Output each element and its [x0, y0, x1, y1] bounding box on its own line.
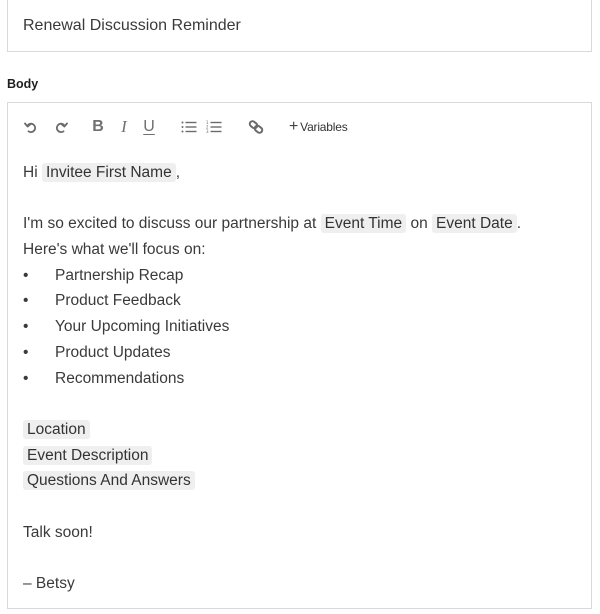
subject-input[interactable]: Renewal Discussion Reminder [7, 0, 592, 52]
greeting-comma: , [175, 164, 181, 181]
numbered-list-button[interactable]: 1 2 3 [205, 117, 223, 137]
list-item-text: Your Upcoming Initiatives [55, 318, 230, 336]
variable-block-line: Location [23, 417, 583, 443]
bullet-list-icon [181, 121, 197, 133]
list-item-text: Product Feedback [55, 292, 181, 310]
list-item: • Your Upcoming Initiatives [23, 314, 583, 340]
bullet-dot: • [23, 266, 29, 284]
greeting-line: Hi Invitee First Name, [23, 160, 583, 186]
numbered-list-icon: 1 2 3 [206, 120, 222, 134]
bullet-list-button[interactable] [180, 117, 198, 137]
body-editor[interactable]: B I U 1 2 3 + Variables Hi Invitee First… [7, 102, 592, 609]
variable-chip-questions-and-answers[interactable]: Questions And Answers [23, 471, 195, 491]
italic-button[interactable]: I [118, 117, 130, 137]
list-item: • Partnership Recap [23, 263, 583, 289]
body-label: Body [7, 77, 39, 91]
bullet-dot: • [23, 292, 29, 310]
variable-block-line: Questions And Answers [23, 468, 583, 494]
variables-label: Variables [300, 120, 348, 134]
intro-period: . [516, 215, 522, 233]
variables-button[interactable]: + Variables [289, 117, 348, 137]
underline-button[interactable]: U [142, 117, 156, 137]
redo-icon [56, 122, 68, 133]
bold-button[interactable]: B [91, 117, 105, 137]
list-item: • Recommendations [23, 366, 583, 392]
intro-line: I'm so excited to discuss our partnershi… [23, 211, 583, 237]
variable-chip-event-time[interactable]: Event Time [320, 214, 407, 234]
list-item-text: Recommendations [55, 369, 185, 387]
list-item: • Product Updates [23, 340, 583, 366]
list-item-text: Partnership Recap [55, 266, 184, 284]
variable-block-line: Event Description [23, 443, 583, 469]
signature-line: – Betsy [23, 575, 75, 592]
variable-chip-event-description[interactable]: Event Description [23, 445, 153, 465]
link-button[interactable] [247, 117, 265, 137]
editor-toolbar: B I U 1 2 3 + Variables [8, 103, 591, 151]
link-icon [248, 120, 264, 134]
list-item-text: Product Updates [55, 343, 171, 361]
subject-value: Renewal Discussion Reminder [23, 16, 241, 34]
variable-chip-location[interactable]: Location [23, 419, 90, 439]
intro-text: I'm so excited to discuss our partnershi… [23, 215, 317, 233]
plus-icon: + [289, 118, 299, 135]
intro-on-text: on [410, 215, 428, 233]
variable-chip-event-date[interactable]: Event Date [432, 214, 517, 234]
variable-chip-invitee-first-name[interactable]: Invitee First Name [41, 163, 176, 182]
bullet-dot: • [23, 318, 29, 336]
bullet-dot: • [23, 369, 29, 387]
focus-line: Here's what we'll focus on: [23, 241, 206, 259]
list-item: • Product Feedback [23, 288, 583, 314]
greeting-text: Hi [23, 164, 38, 181]
undo-button[interactable] [22, 117, 40, 137]
undo-icon [24, 122, 36, 133]
redo-button[interactable] [52, 117, 70, 137]
editor-content[interactable]: Hi Invitee First Name, I'm so excited to… [23, 160, 583, 597]
svg-text:3: 3 [206, 129, 209, 134]
closing-line: Talk soon! [23, 523, 93, 541]
bullet-dot: • [23, 343, 29, 361]
